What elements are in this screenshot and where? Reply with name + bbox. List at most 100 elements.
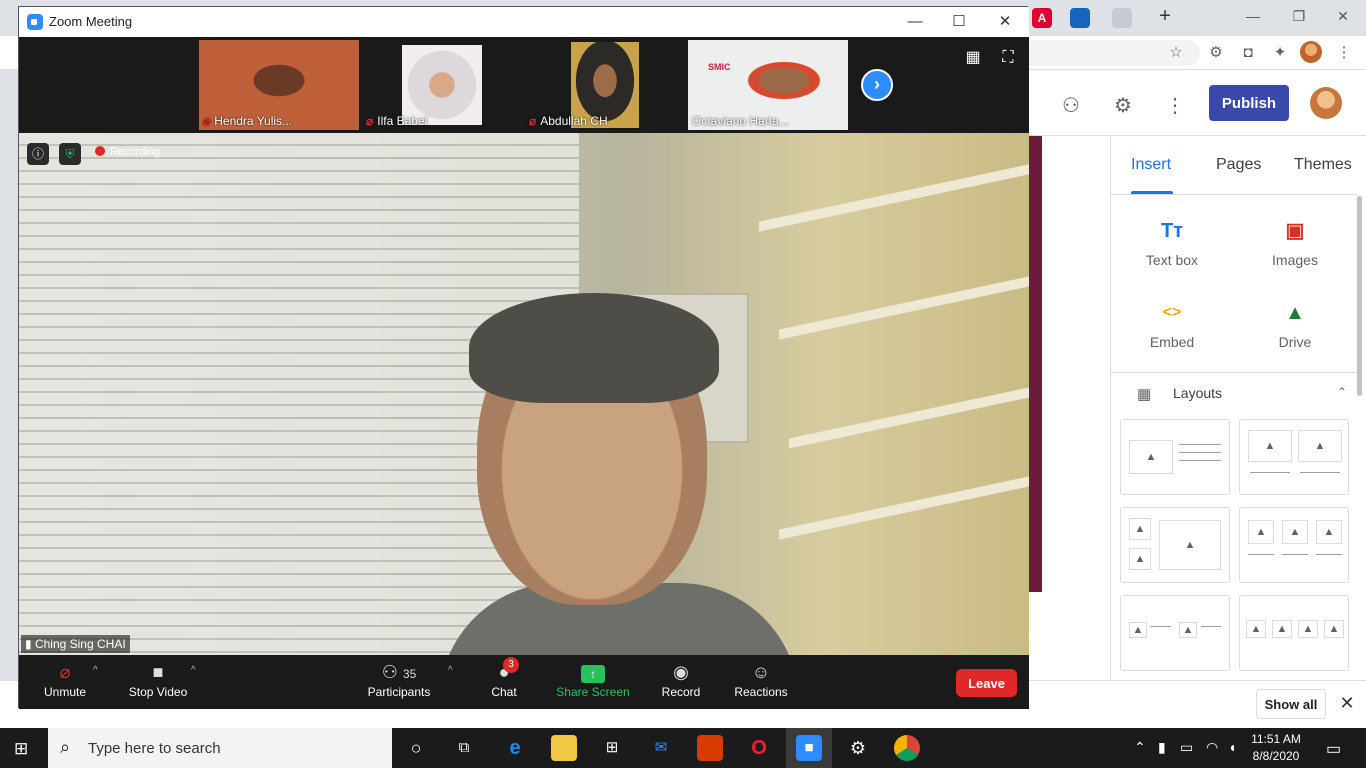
settings-gear-icon[interactable]: ⚙ bbox=[1111, 94, 1135, 118]
participant-thumb-3[interactable]: ⌀ Abdullah CH bbox=[525, 40, 685, 130]
task-view-icon[interactable]: ⧉ bbox=[451, 735, 477, 761]
smic-logo: SMIC bbox=[708, 62, 731, 72]
next-participants-arrow-icon[interactable]: › bbox=[861, 69, 893, 101]
mail-icon[interactable]: ✉ bbox=[648, 735, 674, 761]
tray-volume-icon[interactable]: ◖ bbox=[1228, 739, 1236, 755]
chrome-profile-avatar[interactable] bbox=[1300, 41, 1322, 63]
zoom-minimize-icon[interactable]: — bbox=[895, 10, 935, 34]
participant-name: ⌀ Ilfa Babel bbox=[366, 114, 427, 128]
layout-image-icon: ▲ bbox=[1248, 430, 1292, 462]
text-box-icon: Tт bbox=[1160, 220, 1183, 242]
zoom-app-icon[interactable]: ■ bbox=[796, 735, 822, 761]
insert-images[interactable]: ▣ Images bbox=[1245, 218, 1345, 288]
extensions-puzzle-icon[interactable]: ✦ bbox=[1270, 43, 1290, 63]
layout-text-line bbox=[1201, 626, 1221, 627]
participant-name: ⌀ Hendra Yulis... bbox=[203, 114, 292, 128]
layout-option-2[interactable]: ▲ ▲ bbox=[1239, 419, 1349, 495]
extension-bulb-icon[interactable]: ◘ bbox=[1238, 43, 1258, 63]
tab-insert[interactable]: Insert bbox=[1131, 156, 1171, 174]
layout-image-icon: ▲ bbox=[1129, 440, 1173, 474]
angular-tab-icon[interactable]: A bbox=[1032, 8, 1052, 28]
participant-thumb-2[interactable]: ⌀ Ilfa Babel bbox=[362, 40, 522, 130]
chrome-minimize-icon[interactable]: — bbox=[1230, 4, 1276, 28]
share-screen-button[interactable]: ↑ Share Screen bbox=[555, 659, 631, 699]
action-center-icon[interactable]: ▭ bbox=[1326, 739, 1341, 759]
unmute-button[interactable]: ⌀ Unmute bbox=[39, 659, 91, 699]
more-vert-icon[interactable]: ⋮ bbox=[1163, 94, 1187, 118]
participant-name: Octaviano Harta... bbox=[692, 114, 789, 128]
blank-tab-icon[interactable] bbox=[1112, 8, 1132, 28]
tray-wifi-icon[interactable]: ◠ bbox=[1206, 739, 1218, 756]
site-tab-icon[interactable] bbox=[1070, 8, 1090, 28]
layouts-section-header[interactable]: ▦ Layouts ⌃ bbox=[1111, 372, 1357, 414]
chrome-menu-icon[interactable]: ⋮ bbox=[1334, 43, 1354, 63]
share-add-person-icon[interactable]: ⚇ bbox=[1059, 94, 1083, 118]
insert-embed[interactable]: <> Embed bbox=[1122, 300, 1222, 370]
zoom-logo-icon bbox=[27, 14, 43, 30]
participants-options-chevron-icon[interactable]: ^ bbox=[448, 665, 453, 676]
gallery-grid-icon[interactable]: ▦ bbox=[964, 49, 982, 67]
tray-battery-icon[interactable]: ▭ bbox=[1180, 739, 1193, 756]
chrome-close-icon[interactable]: ✕ bbox=[1320, 4, 1366, 28]
zoom-maximize-icon[interactable]: ☐ bbox=[939, 10, 979, 34]
publish-button[interactable]: Publish bbox=[1209, 85, 1289, 121]
side-panel-scrollbar[interactable] bbox=[1357, 196, 1362, 396]
record-icon: ◉ bbox=[673, 662, 689, 682]
tray-microphone-icon[interactable]: ▮ bbox=[1158, 739, 1166, 756]
reactions-button[interactable]: ☺ Reactions bbox=[733, 659, 789, 699]
windows-start-icon[interactable]: ⊞ bbox=[14, 740, 32, 758]
tray-overflow-chevron-icon[interactable]: ⌃ bbox=[1134, 739, 1146, 756]
cortana-icon[interactable]: ○ bbox=[403, 735, 429, 761]
insert-drive[interactable]: ▲ Drive bbox=[1245, 300, 1345, 370]
taskbar-clock[interactable]: 11:51 AM 8/8/2020 bbox=[1246, 731, 1306, 765]
taskbar-search-placeholder: Type here to search bbox=[88, 740, 221, 757]
zoom-window-title: Zoom Meeting bbox=[49, 14, 133, 29]
layout-option-1[interactable]: ▲ bbox=[1120, 419, 1230, 495]
layout-image-icon: ▲ bbox=[1324, 620, 1344, 638]
file-explorer-icon[interactable] bbox=[551, 735, 577, 761]
opera-icon[interactable]: O bbox=[746, 735, 772, 761]
drive-icon: ▲ bbox=[1285, 302, 1305, 324]
new-tab-icon[interactable]: + bbox=[1142, 4, 1188, 28]
tab-pages[interactable]: Pages bbox=[1216, 156, 1261, 174]
recording-dot-icon bbox=[95, 146, 105, 156]
insert-text-box[interactable]: Tт Text box bbox=[1122, 218, 1222, 288]
leave-meeting-button[interactable]: Leave bbox=[956, 669, 1017, 697]
layout-option-4[interactable]: ▲ ▲ ▲ bbox=[1239, 507, 1349, 583]
edge-browser-icon[interactable]: e bbox=[502, 735, 528, 761]
chat-button[interactable]: ● 3 Chat bbox=[487, 657, 521, 699]
meeting-info-icon[interactable]: ⓘ bbox=[27, 143, 49, 165]
record-button[interactable]: ◉ Record bbox=[657, 659, 705, 699]
participant-thumb-1[interactable]: ⌀ Hendra Yulis... bbox=[199, 40, 359, 130]
account-avatar[interactable] bbox=[1310, 87, 1342, 119]
show-all-button[interactable]: Show all bbox=[1256, 689, 1326, 719]
layout-image-icon: ▲ bbox=[1159, 520, 1221, 570]
layout-option-3[interactable]: ▲ ▲ ▲ bbox=[1120, 507, 1230, 583]
chrome-restore-icon[interactable]: ❐ bbox=[1276, 4, 1322, 28]
fullscreen-icon[interactable]: ⛶ bbox=[999, 49, 1017, 67]
wall-shelf bbox=[779, 276, 1029, 340]
taskbar-search-box[interactable]: ⌕ Type here to search bbox=[48, 728, 392, 768]
office-icon[interactable] bbox=[697, 735, 723, 761]
participants-button[interactable]: ⚇ 35 Participants bbox=[365, 659, 433, 699]
participant-thumb-4[interactable]: SMIC Octaviano Harta... bbox=[688, 40, 848, 130]
participant-name: ⌀ Abdullah CH bbox=[529, 114, 608, 128]
tab-themes[interactable]: Themes bbox=[1294, 156, 1352, 174]
chrome-app-icon[interactable] bbox=[894, 735, 920, 761]
downloads-close-icon[interactable]: ✕ bbox=[1336, 693, 1358, 715]
layout-option-5[interactable]: ▲ ▲ bbox=[1120, 595, 1230, 671]
reactions-label: Reactions bbox=[734, 685, 788, 699]
audio-options-chevron-icon[interactable]: ^ bbox=[93, 665, 98, 676]
extension-gear-icon[interactable]: ⚙ bbox=[1206, 43, 1226, 63]
settings-app-icon[interactable]: ⚙ bbox=[845, 735, 871, 761]
video-options-chevron-icon[interactable]: ^ bbox=[191, 665, 196, 676]
layout-option-6[interactable]: ▲ ▲ ▲ ▲ bbox=[1239, 595, 1349, 671]
speaker-hair bbox=[469, 293, 719, 403]
wall-shelf bbox=[789, 387, 1029, 449]
bookmark-star-icon[interactable]: ☆ bbox=[1166, 43, 1186, 63]
stop-video-button[interactable]: ■ Stop Video bbox=[123, 659, 193, 699]
encryption-shield-icon[interactable]: ⛨ bbox=[59, 143, 81, 165]
zoom-close-icon[interactable]: ✕ bbox=[985, 10, 1025, 34]
microsoft-store-icon[interactable]: ⊞ bbox=[599, 735, 625, 761]
layout-image-icon: ▲ bbox=[1298, 620, 1318, 638]
